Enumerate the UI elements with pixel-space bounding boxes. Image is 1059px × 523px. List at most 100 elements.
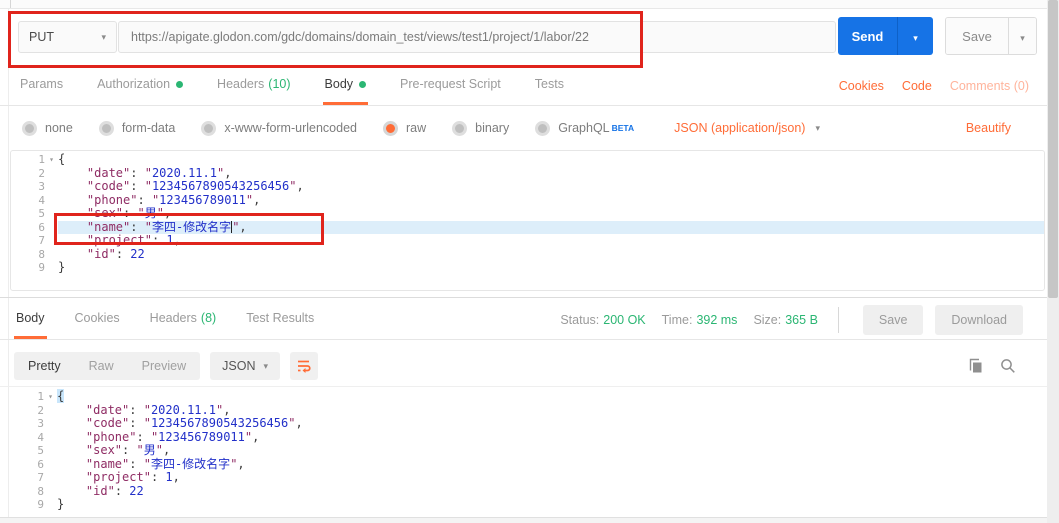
meta-label: Status: <box>560 313 599 327</box>
radio-icon <box>383 121 398 136</box>
tab-headers[interactable]: Headers(10) <box>215 66 292 105</box>
code-link[interactable]: Code <box>902 79 932 93</box>
fold-spacer <box>45 248 58 262</box>
copy-icon <box>967 357 985 375</box>
method-label: PUT <box>29 30 54 44</box>
request-body-editor[interactable]: 1▾{2 "date": "2020.11.1",3 "code": "1234… <box>10 150 1045 291</box>
beautify-button[interactable]: Beautify <box>966 121 1011 135</box>
fold-spacer <box>45 207 58 221</box>
radio-raw[interactable]: raw <box>383 121 426 136</box>
fold-spacer <box>44 471 57 485</box>
radio-x-www-form-urlencoded[interactable]: x-www-form-urlencoded <box>201 121 357 136</box>
radio-icon <box>99 121 114 136</box>
radio-graphql[interactable]: GraphQLBETA <box>535 121 634 136</box>
line-number: 9 <box>11 261 45 275</box>
tab-params[interactable]: Params <box>18 66 65 105</box>
radio-icon <box>22 121 37 136</box>
chevron-down-icon: ▾ <box>815 124 820 133</box>
scrollbar[interactable] <box>1047 0 1059 523</box>
code-line[interactable]: 2 "date": "2020.11.1", <box>10 404 1045 418</box>
fold-spacer <box>44 431 57 445</box>
code-line[interactable]: 6 "name": "李四-修改名字", <box>10 458 1045 472</box>
meta-value: 392 ms <box>696 313 737 327</box>
line-number: 9 <box>10 498 44 512</box>
tab-body[interactable]: Body <box>323 66 369 105</box>
tab-cookies[interactable]: Cookies <box>73 300 122 339</box>
search-icon <box>999 357 1017 375</box>
scrollbar-thumb[interactable] <box>1048 0 1058 298</box>
radio-binary[interactable]: binary <box>452 121 509 136</box>
line-number: 3 <box>10 417 44 431</box>
view-mode-preview[interactable]: Preview <box>128 352 200 380</box>
code-line[interactable]: 6 "name": "李四-修改名字", <box>11 221 1044 235</box>
search-button[interactable] <box>999 357 1017 375</box>
meta-time: Time:392 ms <box>662 313 738 327</box>
comments-0-link[interactable]: Comments (0) <box>950 79 1029 93</box>
code-line[interactable]: 4 "phone": "123456789011", <box>11 194 1044 208</box>
line-number: 7 <box>10 471 44 485</box>
line-number: 6 <box>10 458 44 472</box>
tab-divider <box>10 0 11 8</box>
content-type-label: JSON (application/json) <box>674 121 805 135</box>
content-type-dropdown[interactable]: JSON (application/json) ▾ <box>674 121 820 135</box>
tab-headers[interactable]: Headers(8) <box>148 300 219 339</box>
meta-value: 200 OK <box>603 313 645 327</box>
radio-form-data[interactable]: form-data <box>99 121 176 136</box>
copy-button[interactable] <box>967 357 985 375</box>
code-line[interactable]: 4 "phone": "123456789011", <box>10 431 1045 445</box>
save-response-button[interactable]: Save <box>863 305 924 335</box>
fold-spacer <box>44 498 57 512</box>
chevron-down-icon: ▾ <box>101 33 106 42</box>
pane-divider <box>0 297 1047 298</box>
line-number: 1 <box>10 390 44 404</box>
radio-icon <box>452 121 467 136</box>
code-line[interactable]: 7 "project": 1, <box>10 471 1045 485</box>
response-format-dropdown[interactable]: JSON ▾ <box>210 352 280 380</box>
code-line[interactable]: 5 "sex": "男", <box>11 207 1044 221</box>
code-line[interactable]: 3 "code": "1234567890543256456", <box>11 180 1044 194</box>
tab-authorization[interactable]: Authorization <box>95 66 185 105</box>
green-dot-icon <box>359 81 366 88</box>
radio-none[interactable]: none <box>22 121 73 136</box>
view-mode-raw[interactable]: Raw <box>75 352 128 380</box>
response-meta: Status:200 OKTime:392 msSize:365 B Save … <box>560 300 1023 340</box>
fold-icon[interactable]: ▾ <box>44 390 57 404</box>
tab-body[interactable]: Body <box>14 300 47 339</box>
response-body-editor[interactable]: 1▾{2 "date": "2020.11.1",3 "code": "1234… <box>10 390 1045 514</box>
tab-tests[interactable]: Tests <box>533 66 566 105</box>
green-dot-icon <box>176 81 183 88</box>
view-mode-pretty[interactable]: Pretty <box>14 352 75 380</box>
tab-pre-request-script[interactable]: Pre-request Script <box>398 66 503 105</box>
save-request-button[interactable]: Save <box>946 18 1008 54</box>
code-line[interactable]: 2 "date": "2020.11.1", <box>11 167 1044 181</box>
fold-spacer <box>45 261 58 275</box>
code-line[interactable]: 9} <box>10 498 1045 512</box>
cookies-link[interactable]: Cookies <box>839 79 884 93</box>
fold-spacer <box>44 404 57 418</box>
tab-test-results[interactable]: Test Results <box>244 300 316 339</box>
code-line[interactable]: 5 "sex": "男", <box>10 444 1045 458</box>
body-type-options: none form-data x-www-form-urlencoded raw bin… <box>0 107 1047 149</box>
code-line[interactable]: 1▾{ <box>11 153 1044 167</box>
code-line[interactable]: 9} <box>11 261 1044 275</box>
code-line[interactable]: 3 "code": "1234567890543256456", <box>10 417 1045 431</box>
send-button[interactable]: Send <box>838 17 897 55</box>
code-line[interactable]: 1▾{ <box>10 390 1045 404</box>
chevron-down-icon: ▾ <box>1020 33 1025 43</box>
radio-icon <box>201 121 216 136</box>
meta-status: Status: 200 OK <box>560 313 645 327</box>
save-dropdown-button[interactable]: ▾ <box>1008 18 1036 54</box>
fold-icon[interactable]: ▾ <box>45 153 58 167</box>
fold-spacer <box>45 221 58 235</box>
code-line[interactable]: 8 "id": 22 <box>10 485 1045 499</box>
wrap-lines-button[interactable] <box>290 352 318 380</box>
url-input[interactable] <box>118 21 836 53</box>
code-line[interactable]: 7 "project": 1, <box>11 234 1044 248</box>
fold-spacer <box>45 167 58 181</box>
code-line[interactable]: 8 "id": 22 <box>11 248 1044 262</box>
method-dropdown[interactable]: PUT ▾ <box>18 21 117 53</box>
meta-value: 365 B <box>785 313 818 327</box>
download-button[interactable]: Download <box>935 305 1023 335</box>
send-dropdown-button[interactable]: ▾ <box>897 17 933 55</box>
meta-divider <box>838 307 839 333</box>
